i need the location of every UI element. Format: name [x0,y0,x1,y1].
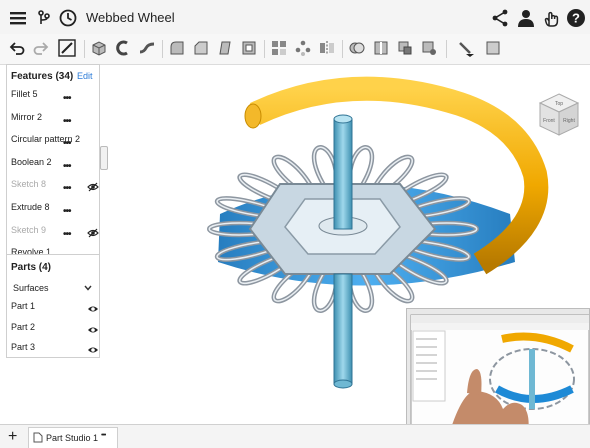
transform-icon[interactable] [396,39,414,57]
view-cube-front-label[interactable]: Front [543,118,555,124]
feature-menu-icon[interactable]: ••• [63,161,71,172]
tab-label: Part Studio 1 [46,433,99,443]
redo-icon[interactable] [32,39,50,57]
fillet-icon[interactable] [168,39,186,57]
bottom-tab-bar: + Part Studio 1 ••• [0,424,590,448]
eye-icon[interactable] [87,325,99,335]
history-icon[interactable] [58,8,78,28]
feature-item[interactable]: Sketch 8 ••• [11,179,99,197]
boolean-icon[interactable] [348,39,366,57]
chevron-down-icon[interactable] [83,283,93,293]
feature-item-label: Sketch 8 [11,179,47,190]
eye-hidden-icon[interactable] [87,228,99,238]
pattern-icon[interactable] [270,39,288,57]
user-icon[interactable] [516,8,536,28]
tab-menu-icon[interactable]: ••• [101,432,106,439]
shell-icon[interactable] [240,39,258,57]
feature-item[interactable]: Mirror 2 ••• [11,112,99,130]
menu-icon[interactable] [8,8,28,28]
feature-item-label: Sketch 9 [11,224,47,235]
feature-toolbar [0,34,590,65]
feature-item[interactable]: Boolean 2 ••• [11,157,99,175]
circular-pattern-icon[interactable] [294,39,312,57]
toolbar-divider [84,40,85,58]
feature-menu-icon[interactable]: ••• [63,93,71,104]
part-item-label: Part 1 [11,301,36,311]
features-header: Features (34) [11,71,74,82]
svg-text:?: ? [572,11,580,26]
branch-icon[interactable] [34,8,54,28]
plane-icon[interactable] [484,39,502,57]
view-cube-right-label[interactable]: Right [563,118,575,124]
part-item-label: Part 3 [11,342,36,352]
part-item[interactable]: Part 3 [11,342,99,360]
toolbar-divider [446,40,447,58]
picture-in-picture-video [406,308,590,442]
feature-menu-icon[interactable]: ••• [63,116,71,127]
part-studio-icon [33,432,43,443]
tab-part-studio-1[interactable]: Part Studio 1 ••• [28,427,118,448]
parts-panel: Parts (4) Surfaces Part 1 Part 2 Part 3 [6,254,100,358]
feature-menu-icon[interactable]: ••• [63,229,71,240]
help-icon[interactable]: ? [566,8,586,28]
sketch-icon[interactable] [58,39,76,57]
feature-item-label: Extrude 8 [11,202,50,212]
undo-icon[interactable] [8,39,26,57]
feature-menu-icon[interactable]: ••• [63,138,71,149]
eye-icon[interactable] [87,345,99,355]
surfaces-group-label[interactable]: Surfaces [13,283,49,293]
toolbar-divider [264,40,265,58]
chamfer-icon[interactable] [192,39,210,57]
toolbar-divider [162,40,163,58]
onshape-app-window: Webbed Wheel ? Features (34) Edit Fillet… [0,0,590,448]
eye-hidden-icon[interactable] [87,182,99,192]
feature-menu-icon[interactable]: ••• [63,183,71,194]
wire-loop [311,145,340,189]
view-cube[interactable]: Top Front Right [536,92,582,138]
feature-item-label: Boolean 2 [11,156,52,167]
plane-tools-icon[interactable] [456,39,474,57]
mirror-icon[interactable] [318,39,336,57]
part-item[interactable]: Part 1 [11,301,99,319]
feature-item[interactable]: Circular pattern 2 ••• [11,134,99,152]
view-cube-top-label[interactable]: Top [555,101,563,107]
parts-header: Parts (4) [11,262,52,273]
draft-icon[interactable] [216,39,234,57]
top-bar: Webbed Wheel ? [0,0,590,35]
toolbar-divider [342,40,343,58]
eye-icon[interactable] [87,304,99,314]
feature-item[interactable]: Sketch 9 ••• [11,225,99,243]
sweep-icon[interactable] [138,39,156,57]
extrude-icon[interactable] [90,39,108,57]
split-icon[interactable] [372,39,390,57]
part-item-label: Part 2 [11,321,36,332]
feature-item[interactable]: Extrude 8 ••• [11,202,99,220]
share-icon[interactable] [490,8,510,28]
revolve-icon[interactable] [114,39,132,57]
document-title: Webbed Wheel [86,10,175,25]
wire-loop [346,145,375,189]
edit-link[interactable]: Edit [77,71,93,81]
feature-item-label: Fillet 5 [11,89,38,99]
feature-item-label: Mirror 2 [11,111,42,122]
feature-menu-icon[interactable]: ••• [63,206,71,217]
feature-item[interactable]: Fillet 5 ••• [11,89,99,107]
part-item[interactable]: Part 2 [11,322,99,340]
touch-mode-icon[interactable] [542,8,562,28]
delete-part-icon[interactable] [420,39,438,57]
add-tab-button[interactable]: + [8,428,17,446]
pip-tablet-image [407,309,589,441]
feature-list-panel: Features (34) Edit Fillet 5 ••• Mirror 2 ••… [6,64,100,256]
